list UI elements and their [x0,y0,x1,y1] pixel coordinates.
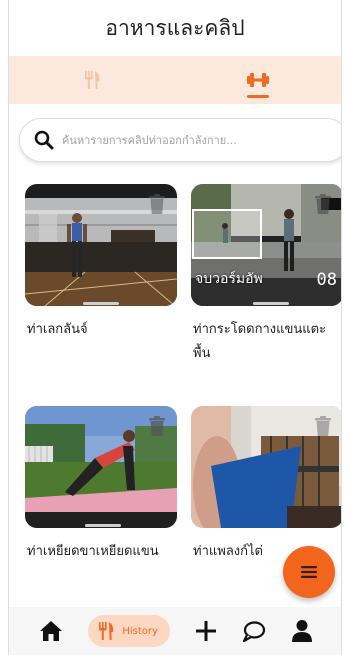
clip-title: ท่าเลกลันจ์ [27,322,88,337]
clip-thumbnail[interactable] [25,184,177,306]
clip-card[interactable]: ท่าเลกลันจ์ [25,184,177,342]
tab-exercise[interactable] [175,56,341,104]
nav-history[interactable]: History [88,615,170,647]
trash-icon[interactable] [149,416,165,436]
trash-icon[interactable] [315,416,331,436]
active-tab-indicator [247,95,269,98]
clip-thumbnail[interactable] [191,406,341,528]
header: อาหารและคลิป [9,0,341,56]
thumbnail-overlay-text: จบวอร์มอัพ [195,271,263,287]
nav-profile[interactable] [291,619,313,643]
clip-thumbnail[interactable]: จบวอร์มอัพ 08 [191,184,341,306]
fork-knife-icon [99,622,114,640]
thumbnail-number: 08 [316,270,337,290]
clip-card[interactable]: ท่าแพลงก์ไต่ [191,406,341,564]
trash-icon[interactable] [315,194,331,214]
page-title: อาหารและคลิป [105,15,245,40]
nav-history-label: History [122,625,158,637]
clip-card[interactable]: ท่าเหยียดขาเหยียดแขน [25,406,177,564]
menu-icon [301,566,317,578]
home-icon [40,621,63,641]
chat-icon [242,621,265,642]
clip-card[interactable]: จบวอร์มอัพ 08 ท่ากระโดดกางแขนแตะพื้น [191,184,341,366]
search-input[interactable] [62,133,312,147]
trash-icon[interactable] [149,194,165,214]
bottom-nav: History [9,607,341,655]
category-tabs [9,56,341,104]
clip-thumbnail[interactable] [25,406,177,528]
dumbbell-icon [247,73,269,87]
app-screen: อาหารและคลิป ค้นหารายการคลิปท่าออกกำลังก… [8,0,342,655]
clip-title: ท่าเหยียดขาเหยียดแขน [27,544,159,559]
menu-fab-button[interactable] [283,546,335,598]
clip-title: ท่ากระโดดกางแขนแตะพื้น [193,322,327,361]
nav-home[interactable] [39,620,63,642]
plus-icon [195,621,216,641]
nav-chat[interactable] [242,620,266,642]
search-icon [34,130,54,150]
fork-knife-icon [85,71,100,89]
user-icon [291,620,312,642]
search-bar[interactable] [19,118,341,162]
tab-food[interactable] [9,56,175,104]
nav-add[interactable] [195,620,217,642]
